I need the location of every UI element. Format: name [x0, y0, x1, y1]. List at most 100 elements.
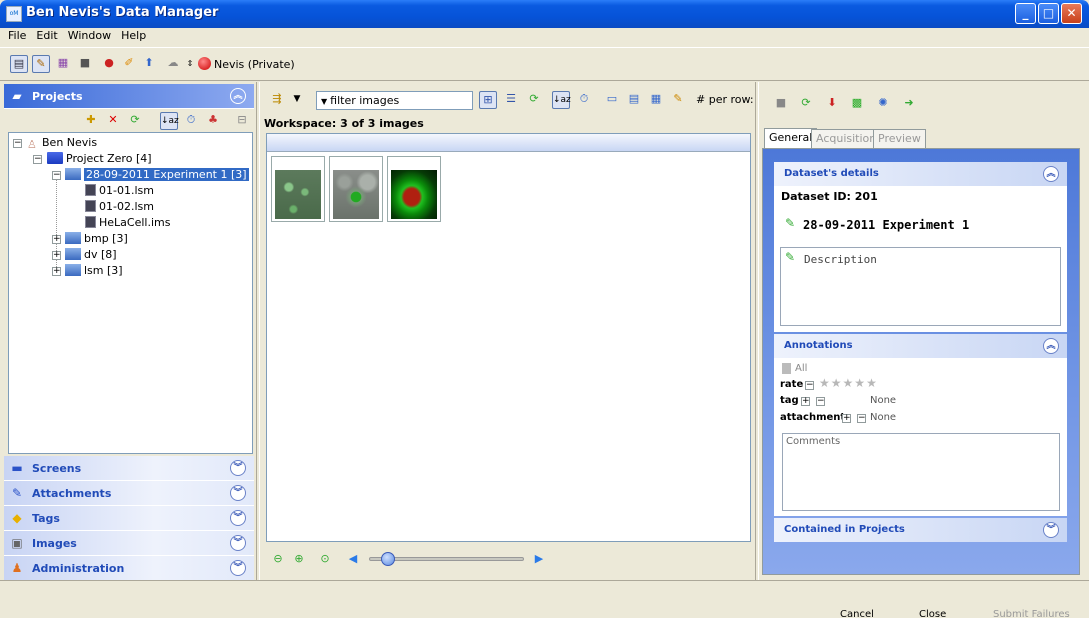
annotate-icon[interactable]: ✐ — [120, 55, 138, 73]
tab-general[interactable]: General — [764, 128, 818, 149]
menu-edit[interactable]: Edit — [31, 28, 62, 42]
menu-window[interactable]: Window — [63, 28, 116, 42]
expand-icon[interactable]: ︾ — [230, 535, 246, 551]
palette-icon[interactable]: ▩ — [848, 95, 866, 113]
title-bar[interactable]: oM Ben Nevis's Data Manager _ □ ✕ — [0, 0, 1089, 28]
zoom-out-icon[interactable]: ⊖ — [269, 551, 287, 569]
image-thumbnail[interactable] — [387, 156, 441, 222]
cancel-button[interactable]: Cancel — [840, 609, 874, 618]
next-icon[interactable]: ▶ — [530, 551, 548, 569]
collapse-all-icon[interactable]: ⊟ — [233, 112, 251, 130]
layout-icon[interactable]: ▭ — [603, 91, 621, 109]
description-field[interactable]: ✎ Description — [780, 247, 1061, 326]
sort-date-icon[interactable]: ⏱ — [575, 91, 593, 109]
folder-view-icon[interactable]: ▤ — [625, 91, 643, 109]
splitter[interactable] — [755, 82, 759, 580]
tree-dataset[interactable]: bmp [3] — [65, 231, 128, 246]
add-icon[interactable]: + — [801, 397, 810, 406]
image-thumbnail[interactable] — [271, 156, 325, 222]
menu-file[interactable]: File — [3, 28, 31, 42]
tags-header[interactable]: ◆ Tags ︾ — [4, 506, 254, 531]
view-mode-icon[interactable]: ⇶ — [268, 91, 286, 109]
sort-date-icon[interactable]: ⏱ — [182, 112, 200, 130]
minimize-button[interactable]: _ — [1015, 3, 1036, 24]
expand-icon[interactable]: ︾ — [230, 460, 246, 476]
star-icon[interactable]: ★ — [831, 376, 842, 390]
tree-project[interactable]: Project Zero [4] — [47, 151, 152, 166]
dataset-details-header[interactable]: Dataset's details ︽ — [774, 162, 1067, 186]
table-icon[interactable]: ▦ — [647, 91, 665, 109]
maximize-button[interactable]: □ — [1038, 3, 1059, 24]
dataset-name[interactable]: 28-09-2011 Experiment 1 — [803, 218, 969, 232]
download-icon[interactable]: ⬇ — [823, 95, 841, 113]
pencil-icon[interactable]: ✎ — [785, 216, 795, 230]
expand-icon[interactable]: ︾ — [230, 560, 246, 576]
group-users-icon[interactable]: ♣ — [204, 112, 222, 130]
sort-az-icon[interactable]: ↓az — [552, 91, 571, 109]
expand-icon[interactable]: ︾ — [230, 510, 246, 526]
refresh-icon[interactable]: ⟳ — [797, 95, 815, 113]
zoom-in-icon[interactable]: ⊕ — [290, 551, 308, 569]
filter-input[interactable]: ▼ filter images — [316, 91, 473, 110]
submit-failures-button[interactable]: Submit Failures — [993, 609, 1070, 618]
expand-icon[interactable]: + — [52, 251, 61, 260]
table-view-icon[interactable]: ■ — [76, 55, 94, 73]
edit-view-icon[interactable]: ✎ — [32, 55, 50, 73]
minus-icon[interactable]: − — [805, 381, 814, 390]
zoom-fit-icon[interactable]: ⊙ — [316, 551, 334, 569]
thumbnail-view-icon[interactable]: ⊞ — [479, 91, 497, 109]
save-icon[interactable]: ■ — [772, 95, 790, 113]
dropdown-arrow-icon[interactable]: ▼ — [290, 91, 304, 109]
tree-dataset-selected[interactable]: 28-09-2011 Experiment 1 [3] — [65, 167, 249, 182]
image-thumbnail[interactable] — [329, 156, 383, 222]
rating-stars[interactable]: ★★★★★ — [819, 376, 878, 390]
tree-dataset[interactable]: lsm [3] — [65, 263, 123, 278]
upload-icon[interactable]: ⬆ — [140, 55, 158, 73]
import-icon[interactable]: ● — [100, 55, 118, 73]
tree-image[interactable]: HeLaCell.ims — [85, 215, 170, 230]
pencil-icon[interactable]: ✎ — [785, 250, 795, 264]
previous-icon[interactable]: ◀ — [344, 551, 362, 569]
collapse-icon[interactable]: ︽ — [1043, 338, 1059, 354]
collapse-icon[interactable]: ︽ — [230, 88, 246, 104]
collapse-icon[interactable]: − — [33, 155, 42, 164]
star-icon[interactable]: ★ — [843, 376, 854, 390]
delete-icon[interactable]: ✕ — [104, 112, 122, 130]
users-icon[interactable]: ☁ — [164, 55, 182, 73]
expand-icon[interactable]: ︾ — [1043, 522, 1059, 538]
star-icon[interactable]: ★ — [866, 376, 877, 390]
sort-az-icon[interactable]: ↓az — [160, 112, 179, 130]
add-icon[interactable]: + — [842, 414, 851, 423]
group-label[interactable]: Nevis (Private) — [214, 58, 295, 71]
screens-header[interactable]: ▬ Screens ︾ — [4, 456, 254, 481]
tree-image[interactable]: 01-02.lsm — [85, 199, 154, 214]
expand-icon[interactable]: ︾ — [230, 485, 246, 501]
refresh-icon[interactable]: ⟳ — [525, 91, 543, 109]
minus-icon[interactable]: − — [857, 414, 866, 423]
expand-icon[interactable]: + — [52, 235, 61, 244]
star-icon[interactable]: ★ — [854, 376, 865, 390]
annotate-icon[interactable]: ✎ — [669, 91, 687, 109]
star-icon[interactable]: ★ — [819, 376, 830, 390]
grid-view-icon[interactable]: ▦ — [54, 55, 72, 73]
list-view-icon[interactable]: ☰ — [502, 91, 520, 109]
contained-projects-header[interactable]: Contained in Projects ︾ — [774, 518, 1067, 542]
tab-preview[interactable]: Preview — [873, 129, 926, 148]
attachments-header[interactable]: ✎ Attachments ︾ — [4, 481, 254, 506]
menu-help[interactable]: Help — [116, 28, 151, 42]
refresh-icon[interactable]: ⟳ — [126, 112, 144, 130]
annotations-header[interactable]: Annotations ︽ — [774, 334, 1067, 358]
projects-header[interactable]: ▰ Projects ︽ — [4, 84, 254, 109]
administration-header[interactable]: ♟ Administration ︾ — [4, 556, 254, 581]
images-header[interactable]: ▣ Images ︾ — [4, 531, 254, 556]
splitter[interactable] — [256, 82, 260, 580]
close-dialog-button[interactable]: Close — [919, 609, 946, 618]
new-container-icon[interactable]: ✚ — [82, 112, 100, 130]
slider-thumb[interactable] — [381, 552, 395, 566]
expand-icon[interactable]: + — [52, 267, 61, 276]
export-icon[interactable]: ➜ — [900, 95, 918, 113]
hierarchy-view-icon[interactable]: ▤ — [10, 55, 28, 73]
publish-icon[interactable]: ✺ — [874, 95, 892, 113]
filter-icon[interactable] — [782, 363, 791, 374]
tree-root-user[interactable]: ♙ Ben Nevis — [27, 135, 97, 151]
